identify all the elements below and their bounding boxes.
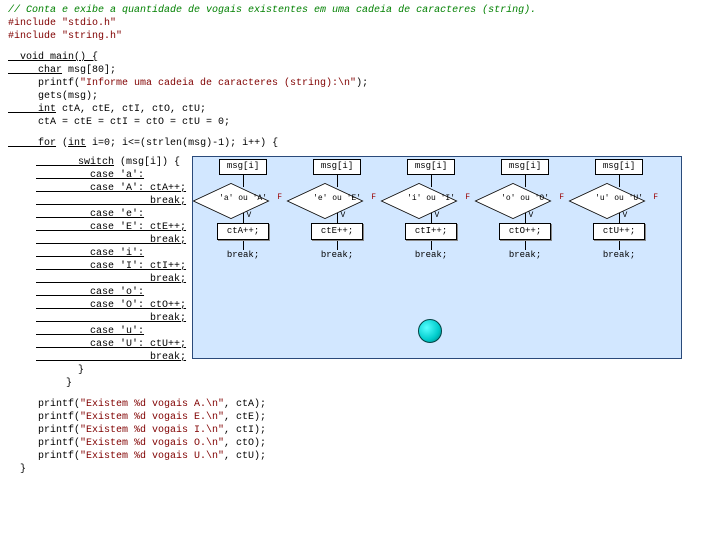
include-2: #include "string.h" [8, 30, 712, 43]
close-brace: } [8, 463, 712, 476]
flow-break-label: break; [481, 250, 569, 262]
flow-break-label: break; [575, 250, 663, 262]
merge-node-icon [418, 319, 442, 343]
flow-msg-box: msg[i] [501, 159, 549, 175]
switch-block: switch (msg[i]) { case 'a': case 'A': ct… [8, 156, 186, 390]
main-decl: void main() { [8, 51, 712, 64]
flow-break-label: break; [199, 250, 287, 262]
flow-decision: 'e' ou 'E'F [302, 187, 372, 213]
printf-o: printf("Existem %d vogais O.\n", ctO); [8, 437, 712, 450]
flow-msg-box: msg[i] [595, 159, 643, 175]
flow-action-box: ctI++; [405, 223, 457, 241]
flow-decision: 'o' ou 'O'F [490, 187, 560, 213]
flow-action-box: ctE++; [311, 223, 363, 241]
flow-decision: 'a' ou 'A'F [208, 187, 278, 213]
flow-msg-box: msg[i] [313, 159, 361, 175]
comment-line: // Conta e exibe a quantidade de vogais … [8, 4, 712, 17]
flow-branch: msg[i]'a' ou 'A'FVctA++;break; [199, 159, 287, 262]
init-counters: ctA = ctE = ctI = ctO = ctU = 0; [8, 116, 712, 129]
flow-action-box: ctO++; [499, 223, 551, 241]
flow-branch: msg[i]'e' ou 'E'FVctE++;break; [293, 159, 381, 262]
flow-msg-box: msg[i] [219, 159, 267, 175]
flow-break-label: break; [387, 250, 475, 262]
decl-counters: int ctA, ctE, ctI, ctO, ctU; [8, 103, 712, 116]
flow-action-box: ctA++; [217, 223, 269, 241]
flow-break-label: break; [293, 250, 381, 262]
include-1: #include "stdio.h" [8, 17, 712, 30]
flow-branch: msg[i]'i' ou 'I'FVctI++;break; [387, 159, 475, 262]
flow-branch: msg[i]'o' ou 'O'FVctO++;break; [481, 159, 569, 262]
printf-e: printf("Existem %d vogais E.\n", ctE); [8, 411, 712, 424]
flow-msg-box: msg[i] [407, 159, 455, 175]
printf-i: printf("Existem %d vogais I.\n", ctI); [8, 424, 712, 437]
code-and-flowchart: switch (msg[i]) { case 'a': case 'A': ct… [8, 156, 712, 390]
flow-decision: 'u' ou 'U'F [584, 187, 654, 213]
flowchart-panel: msg[i]'a' ou 'A'FVctA++;break;msg[i]'e' … [192, 156, 682, 359]
decl-msg: char msg[80]; [8, 64, 712, 77]
printf-a: printf("Existem %d vogais A.\n", ctA); [8, 398, 712, 411]
for-line: for (int i=0; i<=(strlen(msg)-1); i++) { [8, 137, 712, 150]
flow-branch: msg[i]'u' ou 'U'FVctU++;break; [575, 159, 663, 262]
gets-line: gets(msg); [8, 90, 712, 103]
flow-decision: 'i' ou 'I'F [396, 187, 466, 213]
flow-action-box: ctU++; [593, 223, 645, 241]
printf-u: printf("Existem %d vogais U.\n", ctU); [8, 450, 712, 463]
printf-prompt: printf("Informe uma cadeia de caracteres… [8, 77, 712, 90]
